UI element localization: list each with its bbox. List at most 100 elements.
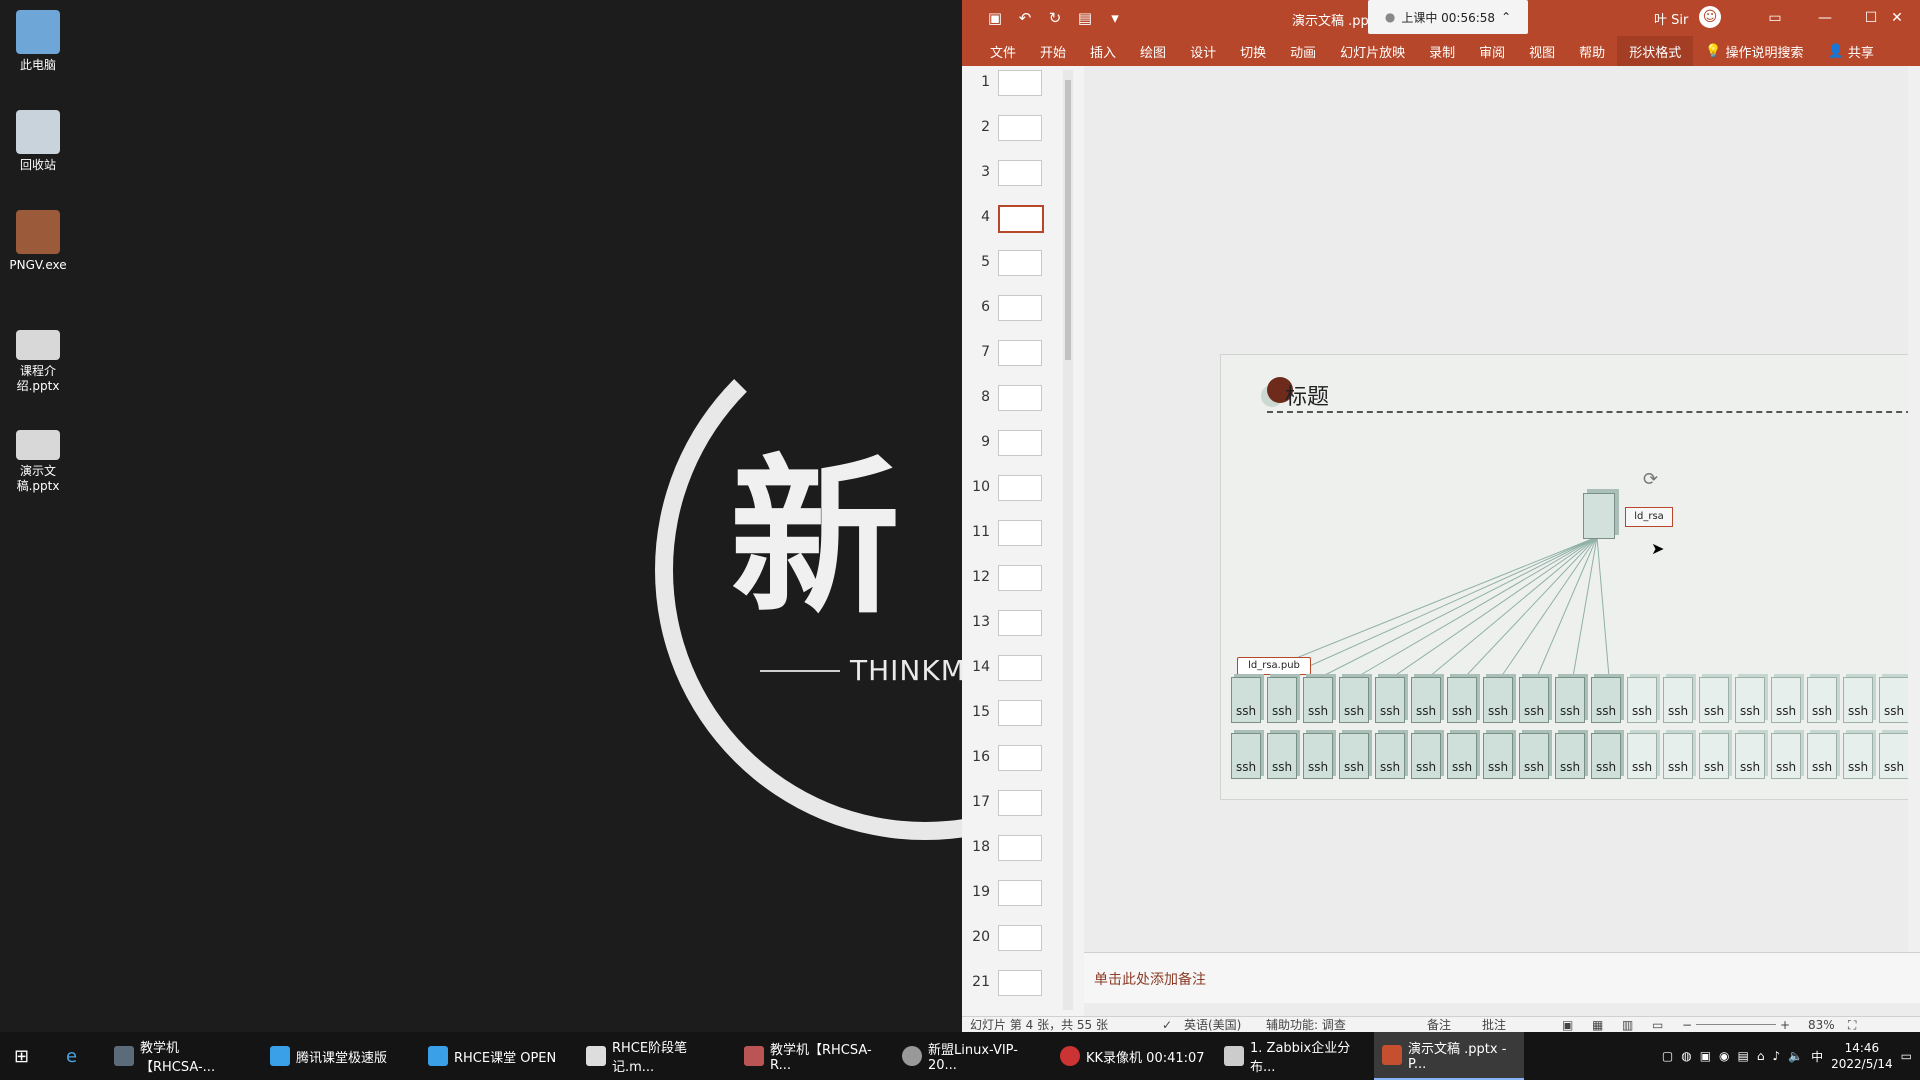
slide-thumbnail[interactable]: 1 (962, 66, 1072, 106)
thumbnail-image[interactable] (998, 925, 1042, 951)
thumbnail-image[interactable] (998, 430, 1042, 456)
private-key-label[interactable]: ld_rsa (1625, 507, 1673, 527)
zoom-out-button[interactable]: − (1682, 1017, 1692, 1032)
thumbnail-image[interactable] (998, 655, 1042, 681)
ssh-node[interactable]: ssh (1411, 733, 1441, 779)
accessibility-status[interactable]: 辅助功能: 调查 (1266, 1017, 1346, 1032)
tab-record[interactable]: 录制 (1417, 36, 1467, 66)
start-button[interactable]: ⊞ (6, 1032, 44, 1080)
thumbnail-image[interactable] (998, 205, 1044, 233)
tab-help[interactable]: 帮助 (1567, 36, 1617, 66)
taskbar-item[interactable]: KK录像机 00:41:07 (1052, 1032, 1208, 1080)
minimize-button[interactable]: — (1802, 0, 1848, 36)
scrollbar-thumb[interactable] (1065, 80, 1071, 360)
fit-slide-icon[interactable]: ⛶ (1848, 1017, 1856, 1032)
app-tray-icon[interactable]: ▣ (1700, 1049, 1711, 1063)
ssh-node[interactable]: ssh (1231, 677, 1261, 723)
slide-thumbnail[interactable]: 19 (962, 876, 1072, 916)
ssh-node[interactable]: ssh (1411, 677, 1441, 723)
app-tray-icon[interactable]: ▤ (1738, 1049, 1749, 1063)
ssh-node[interactable]: ssh (1771, 677, 1801, 723)
tell-me-search[interactable]: 💡 操作说明搜索 (1693, 36, 1815, 66)
thumbnail-image[interactable] (998, 700, 1042, 726)
clock[interactable]: 14:46 2022/5/14 (1831, 1040, 1893, 1072)
desktop-icon-demo-pptx[interactable]: 演示文稿.pptx (4, 430, 72, 494)
redo-icon[interactable]: ↻ (1040, 0, 1070, 36)
ssh-node[interactable]: ssh (1267, 733, 1297, 779)
slide-thumbnail[interactable]: 13 (962, 606, 1072, 646)
thumbnail-image[interactable] (998, 250, 1042, 276)
desktop-icon-pngv[interactable]: PNGV.exe (4, 210, 72, 273)
taskbar-item[interactable]: 1. Zabbix企业分布... (1216, 1032, 1366, 1080)
taskbar-item[interactable]: RHCE课堂 OPEN (420, 1032, 570, 1080)
public-key-label[interactable]: ld_rsa.pub (1237, 657, 1311, 675)
thumbnail-image[interactable] (998, 520, 1042, 546)
ribbon-display-icon[interactable]: ▭ (1752, 0, 1798, 36)
tab-draw[interactable]: 绘图 (1128, 36, 1178, 66)
taskbar-item[interactable]: 腾讯课堂极速版 (262, 1032, 412, 1080)
thumbnail-image[interactable] (998, 340, 1042, 366)
wechat-icon[interactable]: ◍ (1681, 1049, 1691, 1063)
tab-shape-format[interactable]: 形状格式 (1617, 36, 1694, 66)
ssh-node[interactable]: ssh (1339, 677, 1369, 723)
slide-thumbnail[interactable]: 14 (962, 651, 1072, 691)
slide-thumbnail[interactable]: 8 (962, 381, 1072, 421)
slide-thumbnail[interactable]: 21 (962, 966, 1072, 1006)
ssh-node[interactable]: ssh (1879, 677, 1909, 723)
taskbar-item[interactable]: 教学机【RHCSA-... (106, 1032, 254, 1080)
present-icon[interactable]: ▤ (1070, 0, 1100, 36)
avatar[interactable]: ☺ (1699, 6, 1721, 28)
thumbnail-image[interactable] (998, 115, 1042, 141)
taskbar-item[interactable]: 教学机【RHCSA-R... (736, 1032, 886, 1080)
volume-icon[interactable]: 🔈 (1788, 1049, 1803, 1063)
slide-sorter-icon[interactable]: ▦ (1592, 1017, 1603, 1032)
network-icon[interactable]: ⌂ (1757, 1049, 1765, 1063)
ssh-node[interactable]: ssh (1231, 733, 1261, 779)
slide-thumbnail[interactable]: 16 (962, 741, 1072, 781)
slide-canvas[interactable]: 标题 ⟳ ld_rsa ➤ ld_rsa.pub ssh ssh ssh ssh ssh… (1220, 354, 1920, 800)
slide-thumbnail[interactable]: 18 (962, 831, 1072, 871)
thumbnail-image[interactable] (998, 835, 1042, 861)
comments-toggle[interactable]: 批注 (1482, 1017, 1506, 1032)
zoom-in-button[interactable]: + (1780, 1017, 1790, 1032)
ssh-node[interactable]: ssh (1447, 677, 1477, 723)
slide-thumbnail[interactable]: 17 (962, 786, 1072, 826)
ssh-node[interactable]: ssh (1519, 677, 1549, 723)
desktop-icon-this-pc[interactable]: 此电脑 (4, 10, 72, 73)
slide-thumbnail[interactable]: 7 (962, 336, 1072, 376)
ssh-node[interactable]: ssh (1339, 733, 1369, 779)
ssh-node[interactable]: ssh (1807, 733, 1837, 779)
chat-icon[interactable]: ▢ (1662, 1049, 1673, 1063)
chevron-up-icon[interactable]: ⌃ (1501, 10, 1511, 24)
slide-thumbnail[interactable]: 5 (962, 246, 1072, 286)
thumbnail-image[interactable] (998, 790, 1042, 816)
tab-slideshow[interactable]: 幻灯片放映 (1328, 36, 1417, 66)
slide-thumbnail[interactable]: 4 (962, 201, 1072, 241)
thumbnail-image[interactable] (998, 295, 1042, 321)
edge-button[interactable]: e (58, 1032, 98, 1080)
tab-review[interactable]: 审阅 (1467, 36, 1517, 66)
ssh-node[interactable]: ssh (1591, 733, 1621, 779)
notes-toggle[interactable]: 备注 (1427, 1017, 1451, 1032)
ssh-node[interactable]: ssh (1699, 677, 1729, 723)
language-status[interactable]: 英语(美国) (1184, 1017, 1241, 1032)
ssh-node[interactable]: ssh (1771, 733, 1801, 779)
ssh-node[interactable]: ssh (1591, 677, 1621, 723)
notes-pane[interactable]: 单击此处添加备注 (1084, 952, 1920, 1003)
ime-indicator[interactable]: 中 (1811, 1048, 1823, 1065)
save-icon[interactable]: ▣ (980, 0, 1010, 36)
ssh-node[interactable]: ssh (1663, 733, 1693, 779)
ssh-node[interactable]: ssh (1843, 733, 1873, 779)
ssh-node[interactable]: ssh (1663, 677, 1693, 723)
tab-home[interactable]: 开始 (1028, 36, 1078, 66)
thumbnail-image[interactable] (998, 160, 1042, 186)
notification-icon[interactable]: ▭ (1901, 1049, 1912, 1063)
taskbar-item[interactable]: RHCE阶段笔记.m... (578, 1032, 728, 1080)
slide-thumbnail[interactable]: 2 (962, 111, 1072, 151)
tab-file[interactable]: 文件 (978, 36, 1028, 66)
zoom-slider[interactable] (1696, 1024, 1776, 1025)
ssh-node[interactable]: ssh (1627, 677, 1657, 723)
close-button[interactable]: ✕ (1874, 0, 1920, 36)
thumbnail-image[interactable] (998, 475, 1042, 501)
thumbnail-image[interactable] (998, 70, 1042, 96)
